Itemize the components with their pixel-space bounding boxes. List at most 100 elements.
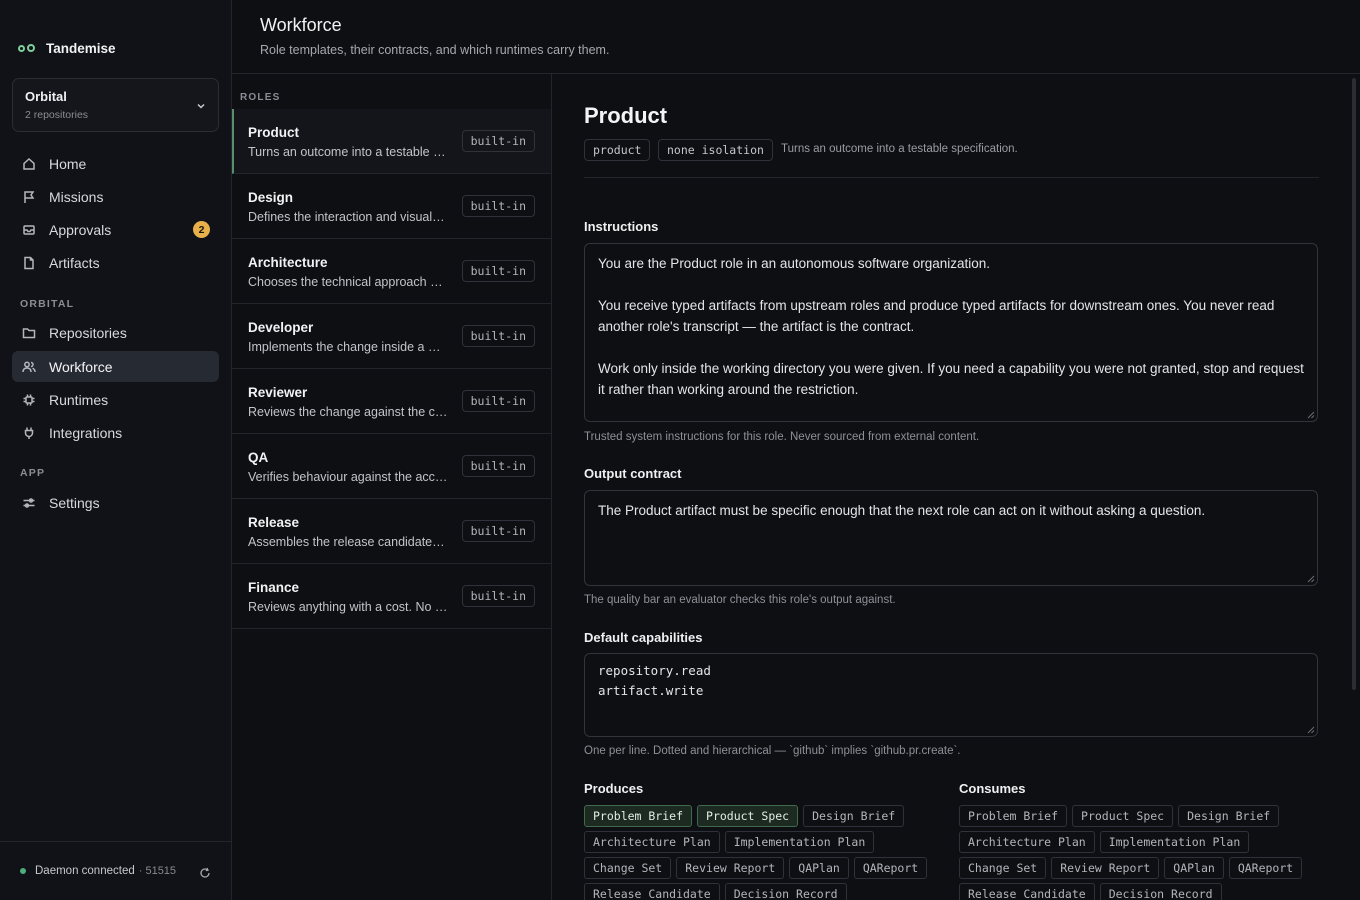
daemon-port: · 51515 <box>138 865 177 877</box>
role-description: Turns an outcome into a testable specifi… <box>248 145 448 159</box>
tandemise-logo-icon <box>18 42 37 54</box>
instructions-textarea[interactable]: You are the Product role in an autonomou… <box>584 243 1318 422</box>
brand[interactable]: Tandemise <box>18 38 116 58</box>
detail-scrollbar[interactable] <box>1352 78 1356 690</box>
role-summary: Turns an outcome into a testable specifi… <box>781 143 1018 155</box>
nav-item-approvals[interactable]: Approvals 2 <box>12 214 219 245</box>
nav-item-artifacts[interactable]: Artifacts <box>12 247 219 278</box>
role-item-product[interactable]: Product Turns an outcome into a testable… <box>232 109 551 174</box>
capability-line: artifact.write <box>598 683 704 698</box>
plug-icon <box>21 425 36 440</box>
isolation-pill: none isolation <box>658 139 773 161</box>
consumes-chip-problem-brief[interactable]: Problem Brief <box>959 805 1068 827</box>
nav-item-home[interactable]: Home <box>12 148 219 179</box>
role-description: Implements the change inside a working d… <box>248 340 448 354</box>
role-title: Product <box>584 103 668 128</box>
output-contract-textarea[interactable]: The Product artifact must be specific en… <box>584 490 1318 586</box>
produces-chip-qareport[interactable]: QAReport <box>853 857 928 879</box>
file-icon <box>21 255 36 270</box>
role-item-finance[interactable]: Finance Reviews anything with a cost. No… <box>232 564 551 629</box>
produces-chip-design-brief[interactable]: Design Brief <box>803 805 905 827</box>
roles-section-label: ROLES <box>240 92 281 103</box>
resize-grip-icon[interactable] <box>1307 575 1315 583</box>
role-builtin-tag: built-in <box>461 325 535 347</box>
instructions-help: Trusted system instructions for this rol… <box>584 431 980 443</box>
sliders-icon <box>21 495 36 510</box>
consumes-chip-change-set[interactable]: Change Set <box>959 857 1047 879</box>
role-item-developer[interactable]: Developer Implements the change inside a… <box>232 304 551 369</box>
nav-item-repositories[interactable]: Repositories <box>12 317 219 348</box>
nav-item-runtimes[interactable]: Runtimes <box>12 384 219 415</box>
produces-chip-qaplan[interactable]: QAPlan <box>789 857 849 879</box>
role-item-qa[interactable]: QA Verifies behaviour against the accept… <box>232 434 551 499</box>
workspace-subtitle: 2 repositories <box>25 109 89 121</box>
role-builtin-tag: built-in <box>461 195 535 217</box>
produces-chip-problem-brief[interactable]: Problem Brief <box>584 805 693 827</box>
consumes-chip-qareport[interactable]: QAReport <box>1228 857 1303 879</box>
role-builtin-tag: built-in <box>461 260 535 282</box>
consumes-chip-review-report[interactable]: Review Report <box>1051 857 1160 879</box>
capability-line: repository.read <box>598 663 711 678</box>
produces-chip-product-spec[interactable]: Product Spec <box>697 805 799 827</box>
workspace-switcher[interactable]: Orbital 2 repositories <box>12 78 219 132</box>
consumes-chip-implementation-plan[interactable]: Implementation Plan <box>1099 831 1250 853</box>
produces-chip-decision-record[interactable]: Decision Record <box>724 883 847 900</box>
role-description: Chooses the technical approach and bound… <box>248 275 448 289</box>
nav-item-label: Artifacts <box>49 254 100 271</box>
consumes-chip-design-brief[interactable]: Design Brief <box>1178 805 1280 827</box>
output-contract-help: The quality bar an evaluator checks this… <box>584 594 896 606</box>
daemon-status: Daemon connected · 51515 <box>0 841 232 900</box>
role-description: Reviews anything with a cost. No spend w… <box>248 600 448 614</box>
produces-label: Produces <box>584 781 644 796</box>
produces-chip-architecture-plan[interactable]: Architecture Plan <box>584 831 720 853</box>
refresh-icon[interactable] <box>199 867 211 879</box>
produces-chip-review-report[interactable]: Review Report <box>676 857 785 879</box>
role-builtin-tag: built-in <box>461 520 535 542</box>
nav-item-workforce[interactable]: Workforce <box>12 351 219 382</box>
resize-grip-icon[interactable] <box>1307 411 1315 419</box>
consumes-chip-release-candidate[interactable]: Release Candidate <box>959 883 1095 900</box>
nav-item-missions[interactable]: Missions <box>12 181 219 212</box>
instructions-label: Instructions <box>584 219 659 234</box>
nav-item-label: Integrations <box>49 424 123 441</box>
produces-chip-implementation-plan[interactable]: Implementation Plan <box>724 831 875 853</box>
consumes-chip-decision-record[interactable]: Decision Record <box>1099 883 1222 900</box>
role-item-architecture[interactable]: Architecture Chooses the technical appro… <box>232 239 551 304</box>
role-item-release[interactable]: Release Assembles the release candidate … <box>232 499 551 564</box>
capabilities-textarea[interactable]: repository.read artifact.write <box>584 653 1318 737</box>
role-detail: Product product none isolation Turns an … <box>552 74 1360 900</box>
nav-item-label: Settings <box>49 494 100 511</box>
users-icon <box>21 359 36 374</box>
nav-item-label: Workforce <box>49 358 113 375</box>
role-item-reviewer[interactable]: Reviewer Reviews the change against the … <box>232 369 551 434</box>
resize-grip-icon[interactable] <box>1307 726 1315 734</box>
nav-item-integrations[interactable]: Integrations <box>12 417 219 448</box>
approvals-count-badge: 2 <box>193 221 210 238</box>
role-description: Defines the interaction and visual desig… <box>248 210 448 224</box>
status-dot-icon <box>20 868 26 874</box>
role-description: Reviews the change against the contract. <box>248 405 448 419</box>
folder-icon <box>21 325 36 340</box>
role-builtin-tag: built-in <box>461 130 535 152</box>
workspace-name: Orbital <box>25 89 67 104</box>
nav-section-app: APP <box>20 467 46 479</box>
instructions-paragraph: You are the Product role in an autonomou… <box>598 256 991 271</box>
produces-chip-release-candidate[interactable]: Release Candidate <box>584 883 720 900</box>
page-subtitle: Role templates, their contracts, and whi… <box>260 43 610 57</box>
nav-section-orbital: ORBITAL <box>20 298 75 310</box>
capabilities-help: One per line. Dotted and hierarchical — … <box>584 745 961 757</box>
consumes-chips: Problem Brief Product Spec Design Brief … <box>959 805 1309 900</box>
nav-item-label: Runtimes <box>49 391 109 408</box>
cpu-icon <box>21 392 36 407</box>
inbox-icon <box>21 222 36 237</box>
page-header: Workforce Role templates, their contract… <box>232 0 1360 74</box>
consumes-chip-product-spec[interactable]: Product Spec <box>1072 805 1174 827</box>
roles-list: ROLES Product Turns an outcome into a te… <box>232 74 552 900</box>
role-builtin-tag: built-in <box>461 390 535 412</box>
produces-chip-change-set[interactable]: Change Set <box>584 857 672 879</box>
nav-item-settings[interactable]: Settings <box>12 487 219 518</box>
consumes-chip-architecture-plan[interactable]: Architecture Plan <box>959 831 1095 853</box>
consumes-label: Consumes <box>959 781 1026 796</box>
consumes-chip-qaplan[interactable]: QAPlan <box>1164 857 1224 879</box>
role-item-design[interactable]: Design Defines the interaction and visua… <box>232 174 551 239</box>
